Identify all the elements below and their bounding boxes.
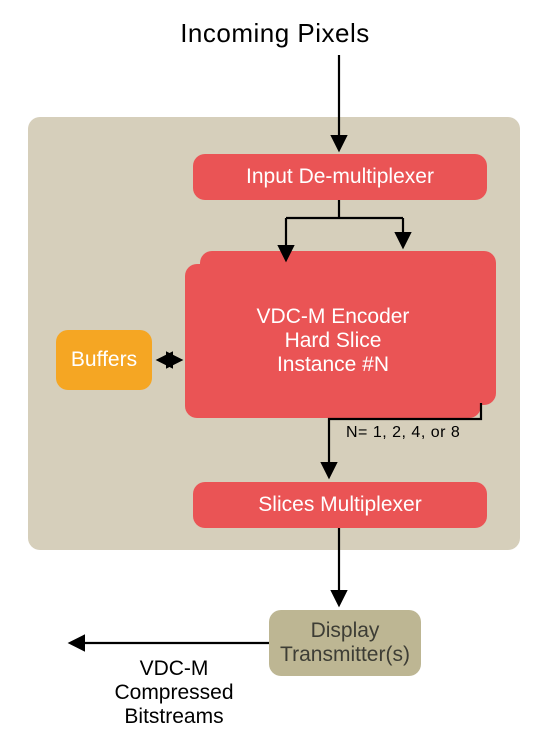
output-bitstreams-label: VDC-M Compressed Bitstreams [99,657,249,729]
encoder-line2: Hard Slice [285,329,382,353]
n-values-label: N= 1, 2, 4, or 8 [346,424,460,442]
incoming-pixels-title: Incoming Pixels [0,18,550,49]
encoder-line1: VDC-M Encoder [257,305,410,329]
display-transmitter-block: Display Transmitter(s) [269,610,421,676]
slices-multiplexer-block: Slices Multiplexer [193,482,487,528]
vdcm-encoder-block: VDC-M Encoder Hard Slice Instance #N [185,264,481,418]
buffers-block: Buffers [56,330,152,390]
input-demultiplexer-block: Input De-multiplexer [193,154,487,200]
encoder-line3: Instance #N [277,353,389,377]
